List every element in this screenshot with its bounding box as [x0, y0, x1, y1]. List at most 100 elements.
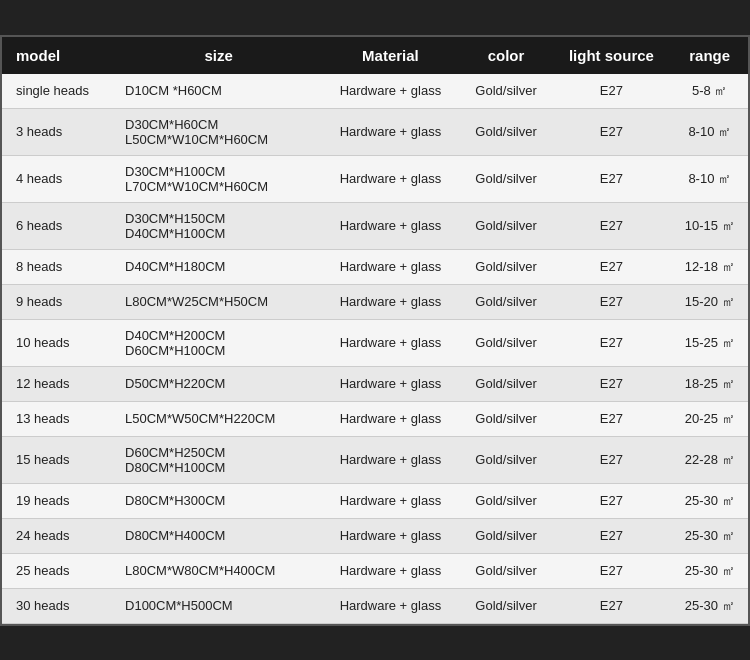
col-header-size: size: [117, 37, 320, 74]
table-container: model size Material color light source r…: [2, 37, 748, 624]
cell-color: Gold/silver: [461, 401, 552, 436]
cell-size: D40CM*H200CMD60CM*H100CM: [117, 319, 320, 366]
cell-color: Gold/silver: [461, 108, 552, 155]
cell-model: 24 heads: [2, 518, 117, 553]
product-table: model size Material color light source r…: [2, 37, 748, 624]
cell-model: 6 heads: [2, 202, 117, 249]
cell-light-source: E27: [551, 249, 671, 284]
cell-range: 8-10 ㎡: [671, 155, 748, 202]
cell-range: 20-25 ㎡: [671, 401, 748, 436]
table-body: single heads D10CM *H60CM Hardware + gla…: [2, 74, 748, 624]
table-row: 15 heads D60CM*H250CMD80CM*H100CM Hardwa…: [2, 436, 748, 483]
table-row: single heads D10CM *H60CM Hardware + gla…: [2, 74, 748, 109]
cell-size: D30CM*H60CML50CM*W10CM*H60CM: [117, 108, 320, 155]
table-row: 8 heads D40CM*H180CM Hardware + glass Go…: [2, 249, 748, 284]
cell-light-source: E27: [551, 108, 671, 155]
header-row: model size Material color light source r…: [2, 37, 748, 74]
cell-model: 4 heads: [2, 155, 117, 202]
cell-color: Gold/silver: [461, 553, 552, 588]
cell-range: 25-30 ㎡: [671, 483, 748, 518]
cell-light-source: E27: [551, 155, 671, 202]
cell-size: D60CM*H250CMD80CM*H100CM: [117, 436, 320, 483]
cell-size: D100CM*H500CM: [117, 588, 320, 623]
col-header-model: model: [2, 37, 117, 74]
cell-size: D30CM*H100CML70CM*W10CM*H60CM: [117, 155, 320, 202]
cell-material: Hardware + glass: [320, 518, 460, 553]
cell-range: 22-28 ㎡: [671, 436, 748, 483]
cell-material: Hardware + glass: [320, 588, 460, 623]
cell-light-source: E27: [551, 436, 671, 483]
table-row: 25 heads L80CM*W80CM*H400CM Hardware + g…: [2, 553, 748, 588]
table-row: 4 heads D30CM*H100CML70CM*W10CM*H60CM Ha…: [2, 155, 748, 202]
cell-range: 25-30 ㎡: [671, 518, 748, 553]
cell-material: Hardware + glass: [320, 74, 460, 109]
cell-color: Gold/silver: [461, 74, 552, 109]
table-row: 24 heads D80CM*H400CM Hardware + glass G…: [2, 518, 748, 553]
cell-model: 15 heads: [2, 436, 117, 483]
cell-range: 18-25 ㎡: [671, 366, 748, 401]
cell-size: D40CM*H180CM: [117, 249, 320, 284]
cell-range: 25-30 ㎡: [671, 588, 748, 623]
cell-color: Gold/silver: [461, 249, 552, 284]
cell-range: 15-25 ㎡: [671, 319, 748, 366]
cell-light-source: E27: [551, 518, 671, 553]
cell-material: Hardware + glass: [320, 249, 460, 284]
cell-range: 10-15 ㎡: [671, 202, 748, 249]
cell-color: Gold/silver: [461, 155, 552, 202]
cell-size: D80CM*H300CM: [117, 483, 320, 518]
table-row: 6 heads D30CM*H150CMD40CM*H100CM Hardwar…: [2, 202, 748, 249]
col-header-color: color: [461, 37, 552, 74]
cell-material: Hardware + glass: [320, 155, 460, 202]
cell-size: L80CM*W25CM*H50CM: [117, 284, 320, 319]
cell-material: Hardware + glass: [320, 366, 460, 401]
table-row: 30 heads D100CM*H500CM Hardware + glass …: [2, 588, 748, 623]
product-table-wrapper: model size Material color light source r…: [0, 35, 750, 626]
cell-light-source: E27: [551, 284, 671, 319]
col-header-light-source: light source: [551, 37, 671, 74]
cell-size: D80CM*H400CM: [117, 518, 320, 553]
table-row: 12 heads D50CM*H220CM Hardware + glass G…: [2, 366, 748, 401]
cell-color: Gold/silver: [461, 588, 552, 623]
table-row: 13 heads L50CM*W50CM*H220CM Hardware + g…: [2, 401, 748, 436]
cell-material: Hardware + glass: [320, 483, 460, 518]
table-row: 10 heads D40CM*H200CMD60CM*H100CM Hardwa…: [2, 319, 748, 366]
cell-material: Hardware + glass: [320, 401, 460, 436]
cell-material: Hardware + glass: [320, 284, 460, 319]
cell-model: 30 heads: [2, 588, 117, 623]
cell-model: 3 heads: [2, 108, 117, 155]
cell-light-source: E27: [551, 74, 671, 109]
cell-light-source: E27: [551, 319, 671, 366]
cell-color: Gold/silver: [461, 483, 552, 518]
col-header-range: range: [671, 37, 748, 74]
cell-model: 19 heads: [2, 483, 117, 518]
table-row: 19 heads D80CM*H300CM Hardware + glass G…: [2, 483, 748, 518]
cell-color: Gold/silver: [461, 436, 552, 483]
cell-model: 12 heads: [2, 366, 117, 401]
cell-range: 15-20 ㎡: [671, 284, 748, 319]
cell-size: D50CM*H220CM: [117, 366, 320, 401]
cell-color: Gold/silver: [461, 366, 552, 401]
cell-light-source: E27: [551, 366, 671, 401]
cell-light-source: E27: [551, 202, 671, 249]
cell-material: Hardware + glass: [320, 202, 460, 249]
cell-material: Hardware + glass: [320, 553, 460, 588]
cell-color: Gold/silver: [461, 284, 552, 319]
cell-color: Gold/silver: [461, 202, 552, 249]
cell-range: 25-30 ㎡: [671, 553, 748, 588]
table-row: 9 heads L80CM*W25CM*H50CM Hardware + gla…: [2, 284, 748, 319]
cell-size: D30CM*H150CMD40CM*H100CM: [117, 202, 320, 249]
cell-material: Hardware + glass: [320, 436, 460, 483]
cell-model: 10 heads: [2, 319, 117, 366]
cell-size: L50CM*W50CM*H220CM: [117, 401, 320, 436]
cell-range: 5-8 ㎡: [671, 74, 748, 109]
cell-light-source: E27: [551, 401, 671, 436]
cell-material: Hardware + glass: [320, 319, 460, 366]
cell-size: D10CM *H60CM: [117, 74, 320, 109]
table-row: 3 heads D30CM*H60CML50CM*W10CM*H60CM Har…: [2, 108, 748, 155]
cell-light-source: E27: [551, 588, 671, 623]
cell-light-source: E27: [551, 553, 671, 588]
cell-model: single heads: [2, 74, 117, 109]
cell-color: Gold/silver: [461, 319, 552, 366]
cell-light-source: E27: [551, 483, 671, 518]
cell-model: 25 heads: [2, 553, 117, 588]
